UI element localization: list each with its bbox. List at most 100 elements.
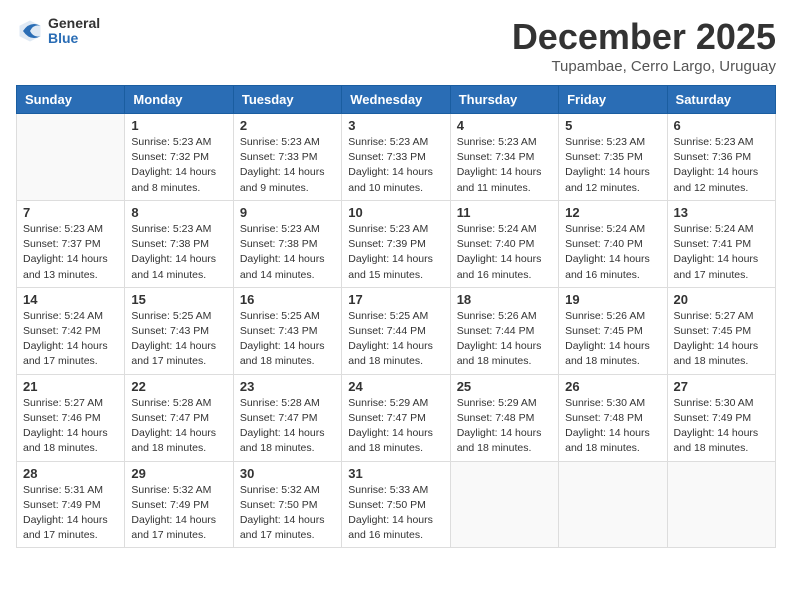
logo: General Blue [16, 16, 100, 47]
day-number: 11 [457, 205, 552, 220]
calendar-cell: 22Sunrise: 5:28 AMSunset: 7:47 PMDayligh… [125, 374, 233, 461]
page-header: General Blue December 2025 Tupambae, Cer… [16, 16, 776, 75]
day-info: Sunrise: 5:28 AMSunset: 7:47 PMDaylight:… [240, 396, 335, 457]
calendar-cell: 6 Sunrise: 5:23 AMSunset: 7:36 PMDaylight… [667, 114, 775, 201]
month-title: December 2025 [512, 16, 776, 58]
day-number: 8 [131, 205, 226, 220]
calendar-cell: 25 Sunrise: 5:29 AMSunset: 7:48 PMDayligh… [450, 374, 558, 461]
day-number: 5 [565, 118, 660, 133]
day-number: 24 [348, 379, 443, 394]
calendar-cell: 11 Sunrise: 5:24 AMSunset: 7:40 PMDayligh… [450, 200, 558, 287]
day-number: 21 [23, 379, 118, 394]
day-info: Sunrise: 5:25 AMSunset: 7:43 PMDaylight:… [131, 309, 226, 370]
calendar-cell: 9 Sunrise: 5:23 AMSunset: 7:38 PMDaylight… [233, 200, 341, 287]
week-row-1: 1 Sunrise: 5:23 AMSunset: 7:32 PMDaylight… [17, 114, 776, 201]
weekday-header-row: SundayMondayTuesdayWednesdayThursdayFrid… [17, 86, 776, 114]
day-number: 4 [457, 118, 552, 133]
calendar-cell: 23 Sunrise: 5:28 AMSunset: 7:47 PMDayligh… [233, 374, 341, 461]
day-number: 16 [240, 292, 335, 307]
calendar-cell [559, 461, 667, 548]
day-info: Sunrise: 5:26 AMSunset: 7:45 PMDaylight:… [565, 309, 660, 370]
calendar-cell: 26Sunrise: 5:30 AMSunset: 7:48 PMDayligh… [559, 374, 667, 461]
weekday-header-monday: Monday [125, 86, 233, 114]
calendar-cell: 21 Sunrise: 5:27 AMSunset: 7:46 PMDayligh… [17, 374, 125, 461]
day-info: Sunrise: 5:32 AMSunset: 7:50 PMDaylight:… [240, 483, 335, 544]
day-number: 18 [457, 292, 552, 307]
day-number: 1 [131, 118, 226, 133]
week-row-4: 21 Sunrise: 5:27 AMSunset: 7:46 PMDayligh… [17, 374, 776, 461]
day-info: Sunrise: 5:23 AMSunset: 7:32 PMDaylight:… [131, 135, 226, 196]
title-section: December 2025 Tupambae, Cerro Largo, Uru… [512, 16, 776, 75]
calendar-cell: 29Sunrise: 5:32 AMSunset: 7:49 PMDayligh… [125, 461, 233, 548]
day-info: Sunrise: 5:26 AMSunset: 7:44 PMDaylight:… [457, 309, 552, 370]
calendar-cell: 14Sunrise: 5:24 AMSunset: 7:42 PMDayligh… [17, 287, 125, 374]
day-info: Sunrise: 5:28 AMSunset: 7:47 PMDaylight:… [131, 396, 226, 457]
day-info: Sunrise: 5:25 AMSunset: 7:44 PMDaylight:… [348, 309, 443, 370]
calendar-cell: 18 Sunrise: 5:26 AMSunset: 7:44 PMDayligh… [450, 287, 558, 374]
day-info: Sunrise: 5:31 AMSunset: 7:49 PMDaylight:… [23, 483, 118, 544]
day-info: Sunrise: 5:27 AMSunset: 7:45 PMDaylight:… [674, 309, 769, 370]
day-info: Sunrise: 5:24 AMSunset: 7:40 PMDaylight:… [565, 222, 660, 283]
calendar-cell: 8 Sunrise: 5:23 AMSunset: 7:38 PMDaylight… [125, 200, 233, 287]
logo-icon [16, 17, 44, 45]
day-number: 31 [348, 466, 443, 481]
day-info: Sunrise: 5:33 AMSunset: 7:50 PMDaylight:… [348, 483, 443, 544]
day-number: 25 [457, 379, 552, 394]
week-row-5: 28 Sunrise: 5:31 AMSunset: 7:49 PMDayligh… [17, 461, 776, 548]
day-info: Sunrise: 5:23 AMSunset: 7:39 PMDaylight:… [348, 222, 443, 283]
calendar-cell: 19 Sunrise: 5:26 AMSunset: 7:45 PMDayligh… [559, 287, 667, 374]
day-info: Sunrise: 5:23 AMSunset: 7:35 PMDaylight:… [565, 135, 660, 196]
day-number: 30 [240, 466, 335, 481]
day-info: Sunrise: 5:32 AMSunset: 7:49 PMDaylight:… [131, 483, 226, 544]
calendar-cell: 7 Sunrise: 5:23 AMSunset: 7:37 PMDaylight… [17, 200, 125, 287]
weekday-header-tuesday: Tuesday [233, 86, 341, 114]
day-info: Sunrise: 5:29 AMSunset: 7:48 PMDaylight:… [457, 396, 552, 457]
calendar-cell: 3Sunrise: 5:23 AMSunset: 7:33 PMDaylight… [342, 114, 450, 201]
weekday-header-friday: Friday [559, 86, 667, 114]
day-info: Sunrise: 5:23 AMSunset: 7:33 PMDaylight:… [348, 135, 443, 196]
calendar-cell: 15Sunrise: 5:25 AMSunset: 7:43 PMDayligh… [125, 287, 233, 374]
day-info: Sunrise: 5:27 AMSunset: 7:46 PMDaylight:… [23, 396, 118, 457]
location-subtitle: Tupambae, Cerro Largo, Uruguay [512, 58, 776, 75]
day-info: Sunrise: 5:23 AMSunset: 7:38 PMDaylight:… [131, 222, 226, 283]
calendar-cell: 1 Sunrise: 5:23 AMSunset: 7:32 PMDaylight… [125, 114, 233, 201]
day-number: 26 [565, 379, 660, 394]
day-info: Sunrise: 5:24 AMSunset: 7:41 PMDaylight:… [674, 222, 769, 283]
calendar-cell: 17Sunrise: 5:25 AMSunset: 7:44 PMDayligh… [342, 287, 450, 374]
day-number: 13 [674, 205, 769, 220]
day-number: 23 [240, 379, 335, 394]
day-number: 19 [565, 292, 660, 307]
day-number: 10 [348, 205, 443, 220]
day-info: Sunrise: 5:23 AMSunset: 7:33 PMDaylight:… [240, 135, 335, 196]
day-number: 7 [23, 205, 118, 220]
logo-general-text: General [48, 16, 100, 31]
day-info: Sunrise: 5:23 AMSunset: 7:37 PMDaylight:… [23, 222, 118, 283]
day-info: Sunrise: 5:29 AMSunset: 7:47 PMDaylight:… [348, 396, 443, 457]
day-number: 12 [565, 205, 660, 220]
calendar-cell: 16 Sunrise: 5:25 AMSunset: 7:43 PMDayligh… [233, 287, 341, 374]
day-number: 2 [240, 118, 335, 133]
calendar-cell: 24 Sunrise: 5:29 AMSunset: 7:47 PMDayligh… [342, 374, 450, 461]
day-number: 28 [23, 466, 118, 481]
week-row-2: 7 Sunrise: 5:23 AMSunset: 7:37 PMDaylight… [17, 200, 776, 287]
calendar-cell: 20Sunrise: 5:27 AMSunset: 7:45 PMDayligh… [667, 287, 775, 374]
calendar-cell: 4Sunrise: 5:23 AMSunset: 7:34 PMDaylight… [450, 114, 558, 201]
day-info: Sunrise: 5:23 AMSunset: 7:36 PMDaylight:… [674, 135, 769, 196]
weekday-header-thursday: Thursday [450, 86, 558, 114]
calendar-cell: 31 Sunrise: 5:33 AMSunset: 7:50 PMDayligh… [342, 461, 450, 548]
calendar-cell: 5 Sunrise: 5:23 AMSunset: 7:35 PMDaylight… [559, 114, 667, 201]
calendar-cell: 2 Sunrise: 5:23 AMSunset: 7:33 PMDaylight… [233, 114, 341, 201]
day-info: Sunrise: 5:23 AMSunset: 7:38 PMDaylight:… [240, 222, 335, 283]
calendar-cell: 27 Sunrise: 5:30 AMSunset: 7:49 PMDayligh… [667, 374, 775, 461]
day-info: Sunrise: 5:24 AMSunset: 7:40 PMDaylight:… [457, 222, 552, 283]
day-number: 27 [674, 379, 769, 394]
logo-blue-text: Blue [48, 31, 100, 46]
day-number: 9 [240, 205, 335, 220]
day-info: Sunrise: 5:25 AMSunset: 7:43 PMDaylight:… [240, 309, 335, 370]
day-number: 6 [674, 118, 769, 133]
day-info: Sunrise: 5:30 AMSunset: 7:49 PMDaylight:… [674, 396, 769, 457]
weekday-header-wednesday: Wednesday [342, 86, 450, 114]
logo-text: General Blue [48, 16, 100, 47]
calendar-cell: 28 Sunrise: 5:31 AMSunset: 7:49 PMDayligh… [17, 461, 125, 548]
calendar-cell [667, 461, 775, 548]
